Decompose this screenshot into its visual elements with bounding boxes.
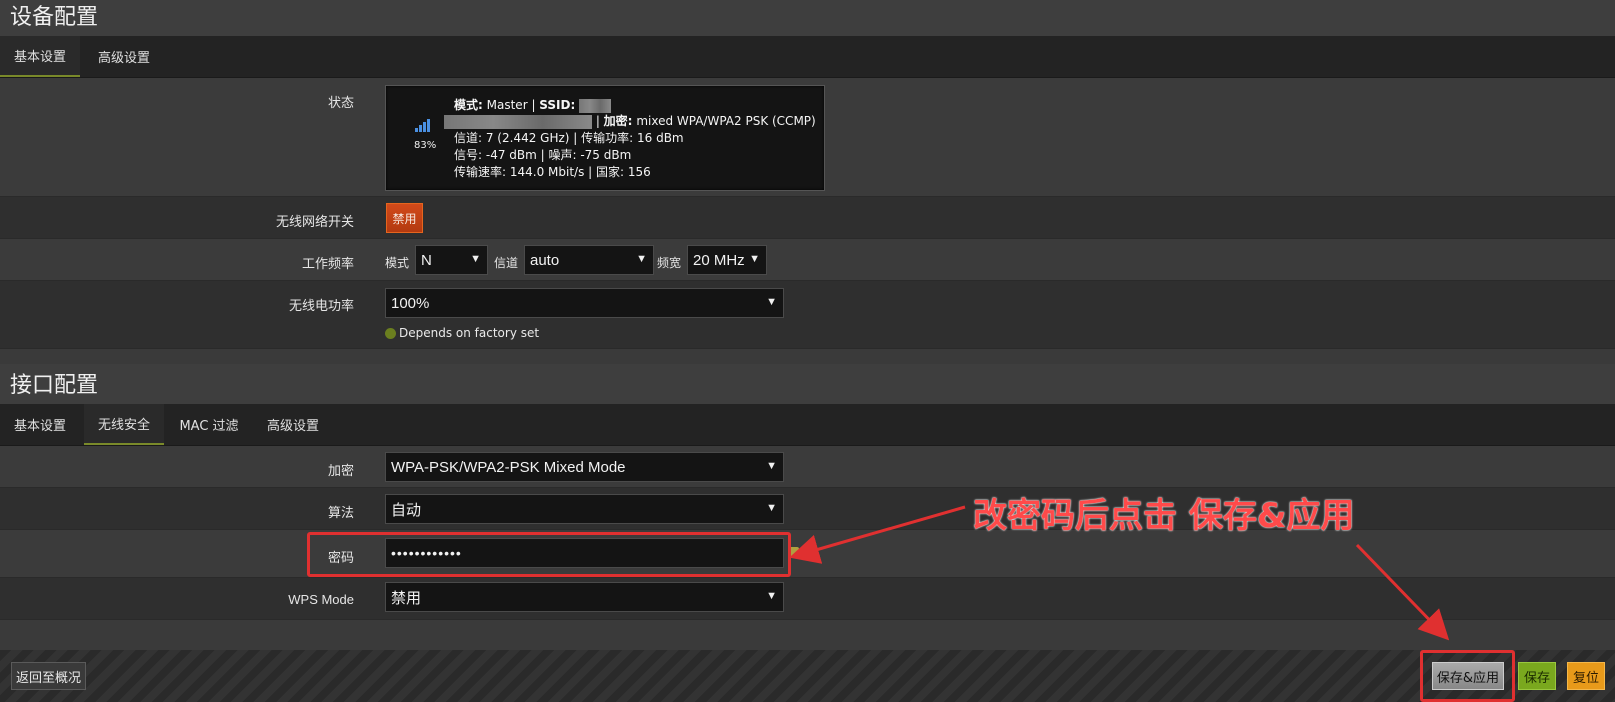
mode-key: 模式: (454, 98, 483, 112)
device-config-title: 设备配置 (0, 0, 1615, 36)
status-label: 状态 (327, 96, 354, 111)
back-to-overview-button[interactable]: 返回至概况 (11, 662, 86, 690)
tab-iface-basic[interactable]: 基本设置 (0, 404, 80, 445)
mode-label: 模式 (385, 256, 410, 270)
info-icon (385, 328, 396, 339)
mode-select[interactable]: N ▼ (415, 245, 488, 275)
password-row: 密码 •••••••••••• (0, 530, 1615, 578)
wps-row: WPS Mode 禁用 ▼ (0, 578, 1615, 620)
annotation-instruction-text: 改密码后点击 保存&应用 (973, 496, 1355, 536)
save-apply-highlight-box (1420, 650, 1515, 702)
chevron-down-icon: ▼ (766, 296, 777, 308)
encryption-label: 加密 (327, 464, 354, 479)
power-hint-text: Depends on factory set (399, 326, 540, 340)
footer-bar: 返回至概况 保存&应用 保存 复位 (0, 650, 1615, 702)
power-select[interactable]: 100% ▼ (385, 288, 784, 318)
channel-select-value: auto (530, 251, 560, 269)
chevron-down-icon: ▼ (766, 460, 777, 472)
status-line-encryption: | 加密: mixed WPA/WPA2 PSK (CCMP) (444, 112, 816, 129)
wps-label: WPS Mode (288, 592, 354, 607)
chevron-down-icon: ▼ (766, 502, 777, 514)
bandwidth-select[interactable]: 20 MHz ▼ (687, 245, 767, 275)
wps-select[interactable]: 禁用 ▼ (385, 582, 784, 612)
encryption-select[interactable]: WPA-PSK/WPA2-PSK Mixed Mode ▼ (385, 452, 784, 482)
algorithm-label: 算法 (327, 506, 354, 521)
save-button[interactable]: 保存 (1518, 662, 1556, 690)
status-panel: 83% 模式: Master | SSID: | 加密: mixed WPA/W… (385, 85, 825, 191)
channel-select[interactable]: auto ▼ (524, 245, 654, 275)
reset-button[interactable]: 复位 (1567, 662, 1605, 690)
device-config-tabbar: 基本设置 高级设置 (0, 36, 1615, 78)
password-highlight-box (307, 532, 791, 577)
power-select-value: 100% (391, 294, 430, 312)
chevron-down-icon: ▼ (766, 590, 777, 602)
frequency-row: 工作频率 模式 N ▼ 信道 auto ▼ 频宽 20 MHz ▼ (0, 239, 1615, 281)
frequency-label: 工作频率 (301, 257, 354, 272)
tab-wireless-security[interactable]: 无线安全 (84, 404, 164, 445)
mode-select-value: N (421, 251, 432, 269)
wifi-switch-label: 无线网络开关 (275, 215, 354, 230)
tab-mac-filter[interactable]: MAC 过滤 (170, 404, 248, 445)
status-line-channel: 信道: 7 (2.442 GHz) | 传输功率: 16 dBm (454, 131, 684, 145)
algorithm-select[interactable]: 自动 ▼ (385, 494, 784, 524)
channel-label: 信道 (494, 256, 519, 270)
status-line-rate: 传输速率: 144.0 Mbit/s | 国家: 156 (454, 165, 651, 179)
chevron-down-icon: ▼ (636, 253, 647, 265)
algorithm-row: 算法 自动 ▼ (0, 488, 1615, 530)
wps-select-value: 禁用 (391, 589, 422, 607)
power-row: 无线电功率 (0, 281, 1615, 349)
mode-value: Master (486, 98, 528, 112)
chevron-down-icon: ▼ (470, 253, 481, 265)
redacted-ssid (579, 98, 612, 113)
bandwidth-select-value: 20 MHz (693, 251, 745, 269)
disable-wifi-button[interactable]: 禁用 (386, 203, 423, 233)
redacted-ssid-continued (444, 114, 592, 129)
signal-percent: 83% (414, 140, 437, 151)
power-hint: Depends on factory set (385, 326, 539, 340)
wifi-switch-row: 无线网络开关 (0, 197, 1615, 239)
encryption-select-value: WPA-PSK/WPA2-PSK Mixed Mode (391, 458, 626, 476)
power-label: 无线电功率 (288, 299, 354, 314)
algorithm-select-value: 自动 (391, 501, 422, 519)
ssid-key: SSID: (539, 98, 576, 112)
tab-iface-advanced[interactable]: 高级设置 (252, 404, 334, 445)
encryption-row: 加密 WPA-PSK/WPA2-PSK Mixed Mode ▼ (0, 446, 1615, 488)
interface-config-tabbar: 基本设置 无线安全 MAC 过滤 高级设置 (0, 404, 1615, 446)
signal-strength-icon (415, 119, 430, 132)
status-line-signal: 信号: -47 dBm | 噪声: -75 dBm (454, 148, 632, 162)
encryption-value: mixed WPA/WPA2 PSK (CCMP) (636, 114, 816, 128)
status-line-mode: 模式: Master | SSID: (454, 96, 612, 113)
encryption-key: 加密: (603, 114, 633, 128)
tab-advanced-settings[interactable]: 高级设置 (84, 36, 164, 77)
interface-config-title: 接口配置 (0, 364, 1615, 404)
tab-basic-settings[interactable]: 基本设置 (0, 36, 80, 77)
bandwidth-label: 频宽 (657, 256, 682, 270)
chevron-down-icon: ▼ (749, 253, 760, 265)
